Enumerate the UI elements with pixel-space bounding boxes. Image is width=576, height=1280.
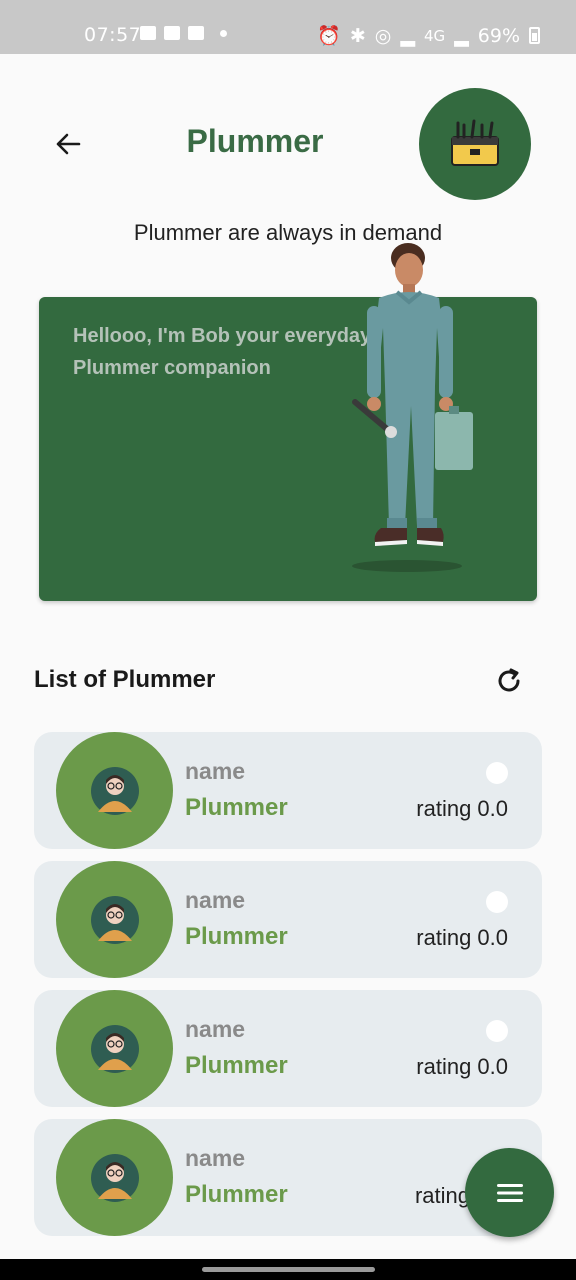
status-time: 07:57 — [84, 24, 142, 46]
list-title: List of Plummer — [34, 666, 216, 693]
list-item[interactable]: name Plummer rating 0.0 — [34, 990, 542, 1107]
avatar — [56, 1119, 173, 1236]
network-label: 4G — [423, 26, 446, 45]
refresh-icon — [498, 668, 520, 692]
sim-icon — [188, 26, 204, 40]
header-avatar[interactable] — [419, 88, 531, 200]
card-rating: rating 0.0 — [416, 1054, 508, 1079]
hotspot-icon: ◎ — [374, 24, 392, 47]
list-item[interactable]: name Plummer rating 0.0 — [34, 732, 542, 849]
card-role: Plummer — [185, 1181, 288, 1208]
list-item[interactable]: name Plummer rating — [34, 1119, 542, 1236]
select-radio[interactable] — [486, 891, 508, 913]
plummer-list: name Plummer rating 0.0 name Plummer rat… — [34, 732, 542, 1248]
person-avatar-icon — [90, 1153, 139, 1202]
card-name: name — [185, 1016, 246, 1042]
list-item[interactable]: name Plummer rating 0.0 — [34, 861, 542, 978]
toolbox-icon — [451, 119, 499, 166]
card-rating: rating 0.0 — [416, 925, 508, 950]
select-radio[interactable] — [486, 1020, 508, 1042]
person-avatar-icon — [90, 1024, 139, 1073]
bluetooth-icon: ✱ — [349, 24, 366, 47]
card-role: Plummer — [185, 923, 288, 950]
avatar — [56, 861, 173, 978]
dot-icon — [220, 29, 227, 37]
avatar — [56, 990, 173, 1107]
card-rating: rating — [414, 1183, 470, 1208]
gallery-icon — [140, 26, 156, 40]
signal-icon: ▂ — [400, 24, 415, 47]
alarm-icon: ⏰ — [317, 25, 341, 47]
system-nav-bar — [0, 1259, 576, 1280]
subtitle: Plummer are always in demand — [133, 220, 443, 245]
folder-icon — [164, 26, 180, 40]
home-gesture-handle[interactable] — [202, 1267, 375, 1272]
card-role: Plummer — [185, 1052, 288, 1079]
battery-percent: 69% — [477, 24, 520, 47]
status-left-icons — [140, 26, 227, 40]
menu-icon — [496, 1183, 523, 1202]
status-bar: 07:57 ⏰ ✱ ◎ ▂ 4G ▂ 69% — [0, 0, 576, 54]
person-avatar-icon — [90, 895, 139, 944]
card-name: name — [185, 758, 246, 784]
card-rating: rating 0.0 — [416, 796, 508, 821]
status-right-icons: ⏰ ✱ ◎ ▂ 4G ▂ 69% — [317, 24, 540, 47]
menu-fab-button[interactable] — [465, 1148, 554, 1237]
battery-icon — [529, 27, 540, 44]
plumber-mascot — [352, 243, 473, 572]
card-name: name — [185, 1145, 246, 1171]
select-radio[interactable] — [486, 762, 508, 784]
avatar — [56, 732, 173, 849]
signal-icon-2: ▂ — [454, 24, 469, 47]
card-role: Plummer — [185, 794, 288, 821]
card-name: name — [185, 887, 246, 913]
refresh-button[interactable] — [494, 666, 524, 696]
person-avatar-icon — [90, 766, 139, 815]
